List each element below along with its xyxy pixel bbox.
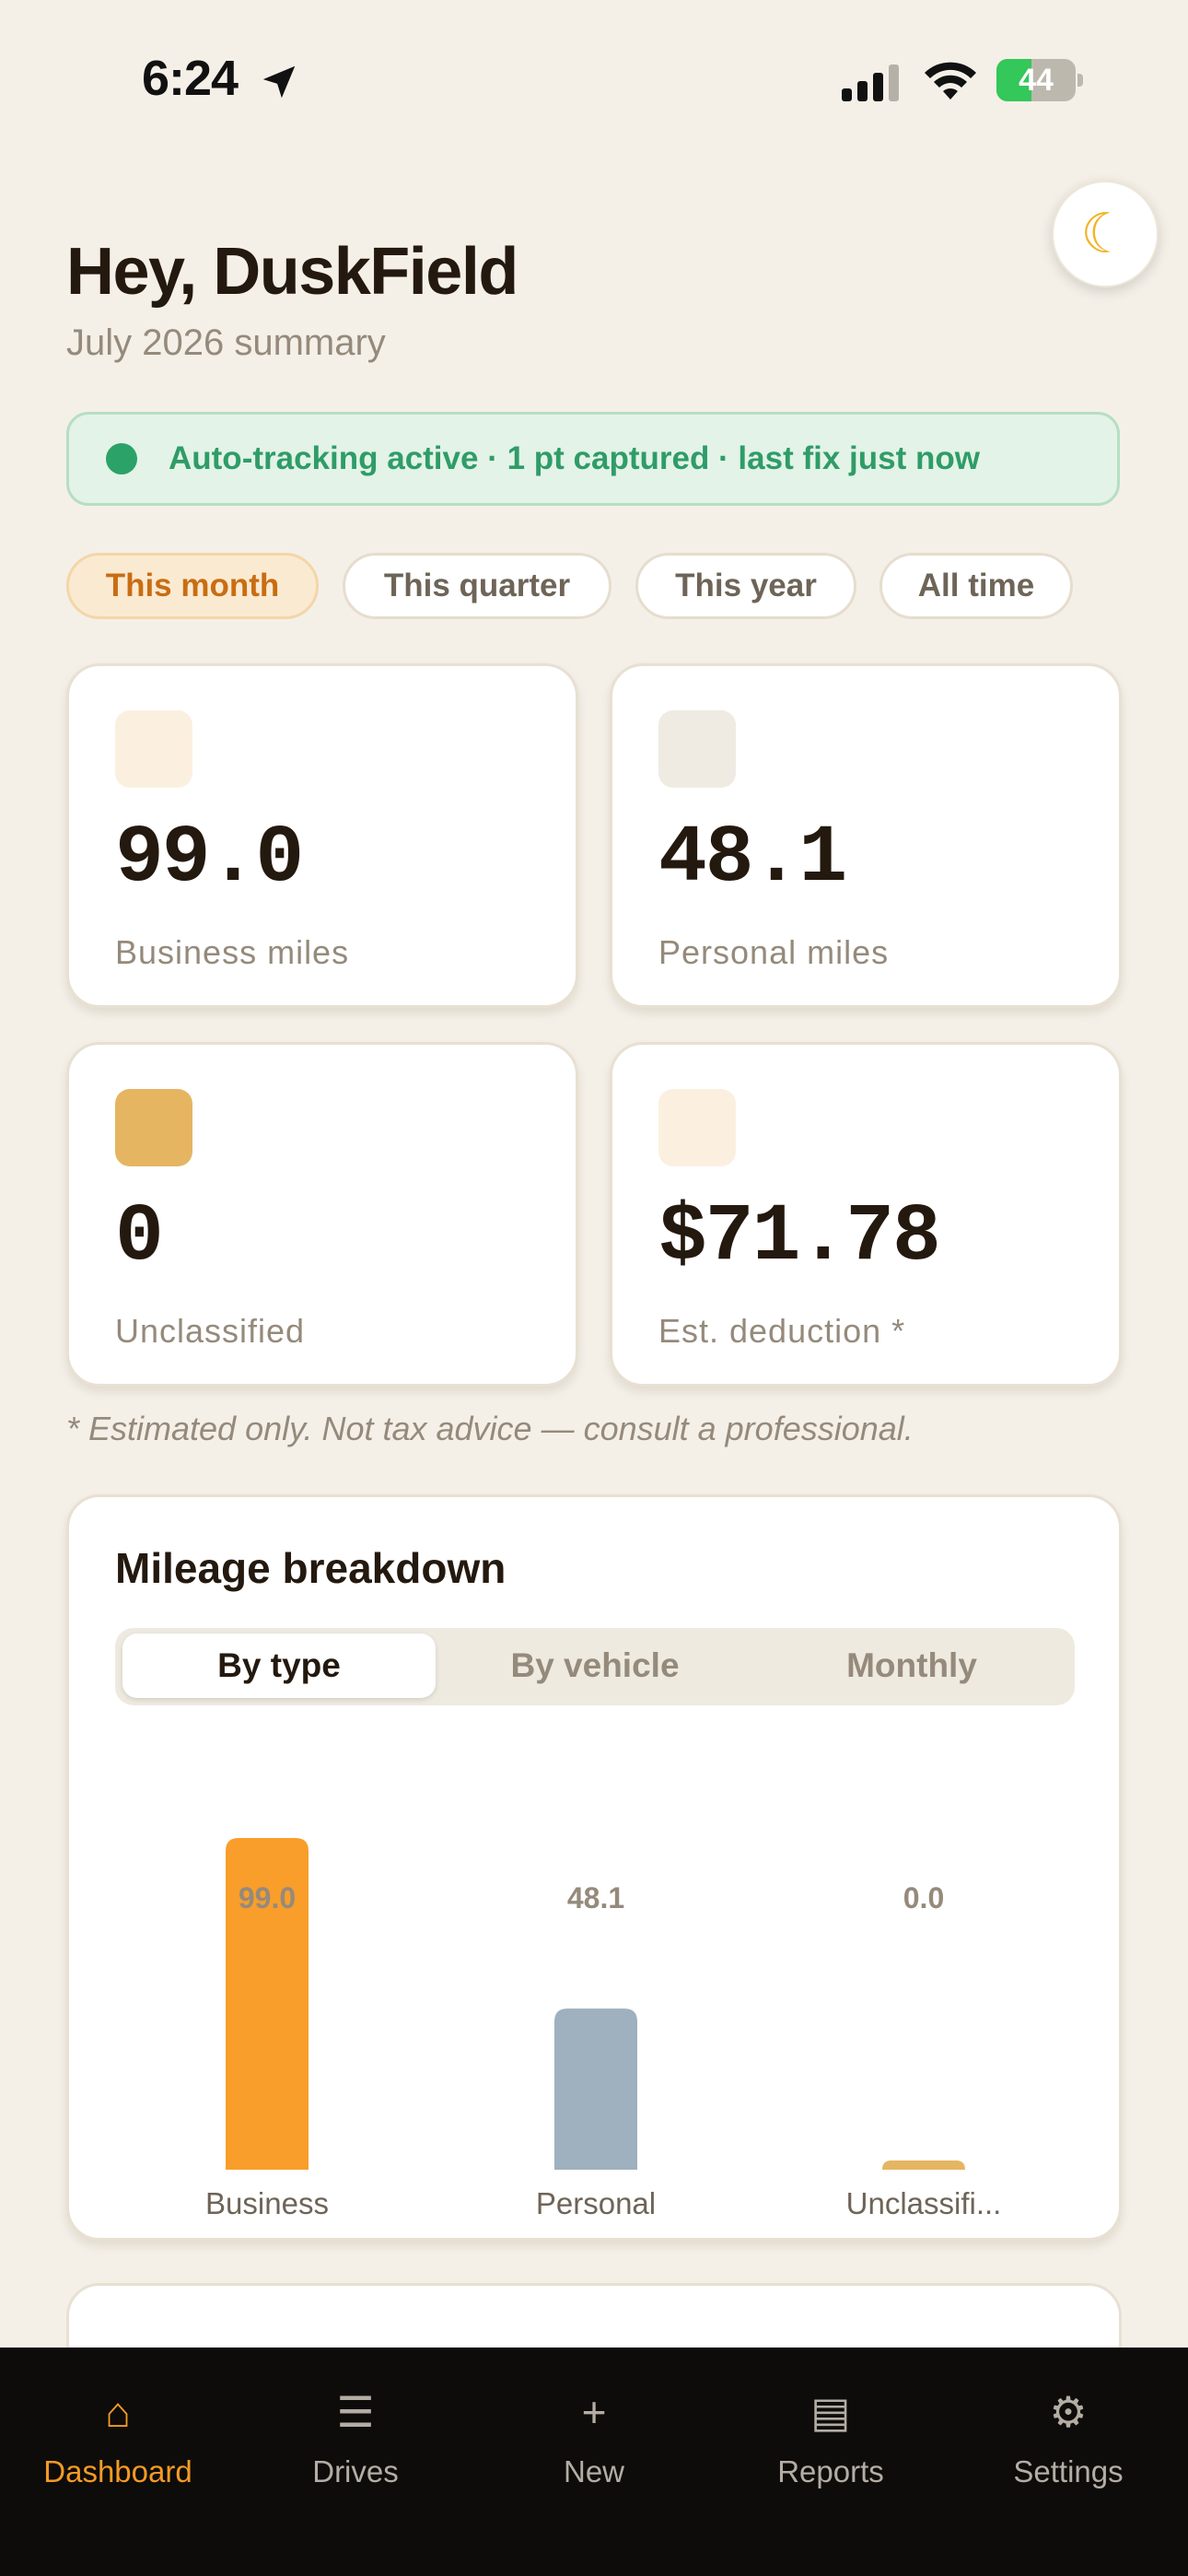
tab-label: New bbox=[563, 2454, 625, 2488]
stat-value: 0 bbox=[115, 1192, 164, 1283]
tab-label: Drives bbox=[312, 2454, 399, 2488]
stat-value: 48.1 bbox=[658, 814, 847, 905]
battery-level-text: 44 bbox=[1019, 63, 1054, 98]
business-miles-icon bbox=[115, 710, 192, 788]
bar-personal[interactable] bbox=[554, 2008, 637, 2170]
stat-card-business-miles[interactable]: 99.0 Business miles bbox=[66, 663, 578, 1008]
list-icon: ☰ bbox=[336, 2388, 375, 2436]
tab-reports[interactable]: ▤ Reports bbox=[725, 2384, 937, 2489]
filter-this-year[interactable]: This year bbox=[635, 553, 856, 619]
wifi-icon bbox=[925, 62, 976, 100]
stat-card-unclassified[interactable]: 0 Unclassified bbox=[66, 1042, 578, 1387]
stat-card-personal-miles[interactable]: 48.1 Personal miles bbox=[610, 663, 1122, 1008]
bar-value-label: 99.0 bbox=[239, 1881, 296, 1914]
auto-tracking-text: Auto-tracking active · 1 pt captured · l… bbox=[169, 440, 980, 476]
deduction-icon bbox=[658, 1089, 736, 1166]
bar-category-label: Business bbox=[205, 2186, 329, 2216]
tab-label: Reports bbox=[777, 2454, 884, 2488]
stat-card-est-deduction[interactable]: $71.78 Est. deduction * bbox=[610, 1042, 1122, 1387]
home-icon: ⌂ bbox=[105, 2388, 131, 2436]
bottom-tab-bar: ⌂ Dashboard ☰ Drives + New ▤ Reports ⚙ S… bbox=[0, 2348, 1188, 2576]
cellular-signal-icon bbox=[842, 64, 899, 101]
stat-label: Business miles bbox=[115, 933, 350, 971]
mileage-bar-chart: 99.0 Business 48.1 Personal 0.0 Unclassifi... bbox=[205, 1838, 1002, 2216]
tab-drives[interactable]: ☰ Drives bbox=[250, 2384, 461, 2489]
greeting-title: Hey, DuskField bbox=[66, 235, 518, 309]
mileage-breakdown-card: Mileage breakdown By type By vehicle Mon… bbox=[66, 1494, 1122, 2241]
unclassified-icon bbox=[115, 1089, 192, 1166]
bar-category-label: Personal bbox=[536, 2186, 656, 2216]
reports-icon: ▤ bbox=[810, 2388, 851, 2436]
filter-all-time[interactable]: All time bbox=[879, 553, 1073, 619]
personal-miles-icon bbox=[658, 710, 736, 788]
status-time: 6:24 bbox=[142, 51, 239, 106]
breakdown-title: Mileage breakdown bbox=[115, 1544, 507, 1592]
tab-settings[interactable]: ⚙ Settings bbox=[962, 2384, 1174, 2489]
theme-toggle-button[interactable]: ☾ bbox=[1052, 181, 1159, 287]
bar-unclassifi[interactable] bbox=[882, 2160, 965, 2170]
gear-icon: ⚙ bbox=[1049, 2388, 1088, 2436]
summary-subtitle: July 2026 summary bbox=[66, 322, 386, 363]
status-dot-icon bbox=[106, 443, 137, 474]
breakdown-segmented-control: By type By vehicle Monthly bbox=[115, 1628, 1075, 1705]
segment-by-type[interactable]: By type bbox=[122, 1633, 436, 1698]
filter-this-month[interactable]: This month bbox=[66, 553, 319, 619]
stat-label: Unclassified bbox=[115, 1312, 306, 1350]
stat-label: Est. deduction * bbox=[658, 1312, 906, 1350]
bar-category-label: Unclassifi... bbox=[846, 2186, 1002, 2216]
tab-dashboard[interactable]: ⌂ Dashboard bbox=[12, 2384, 224, 2489]
auto-tracking-banner: Auto-tracking active · 1 pt captured · l… bbox=[66, 412, 1120, 506]
stat-value: 99.0 bbox=[115, 814, 304, 905]
bar-value-label: 0.0 bbox=[903, 1881, 944, 1914]
filter-this-quarter[interactable]: This quarter bbox=[343, 553, 611, 619]
location-arrow-icon bbox=[262, 65, 296, 99]
tab-label: Dashboard bbox=[43, 2454, 192, 2488]
tab-new[interactable]: + New bbox=[488, 2384, 700, 2489]
segment-monthly[interactable]: Monthly bbox=[755, 1633, 1068, 1698]
segment-by-vehicle[interactable]: By vehicle bbox=[438, 1633, 751, 1698]
battery-indicator: 44 bbox=[996, 59, 1085, 101]
tax-disclaimer: * Estimated only. Not tax advice — consu… bbox=[66, 1410, 914, 1447]
stat-label: Personal miles bbox=[658, 933, 890, 971]
plus-icon: + bbox=[581, 2388, 607, 2436]
bar-value-label: 48.1 bbox=[567, 1881, 624, 1914]
moon-icon: ☾ bbox=[1080, 203, 1130, 264]
stat-value: $71.78 bbox=[658, 1192, 941, 1283]
tab-label: Settings bbox=[1013, 2454, 1124, 2488]
